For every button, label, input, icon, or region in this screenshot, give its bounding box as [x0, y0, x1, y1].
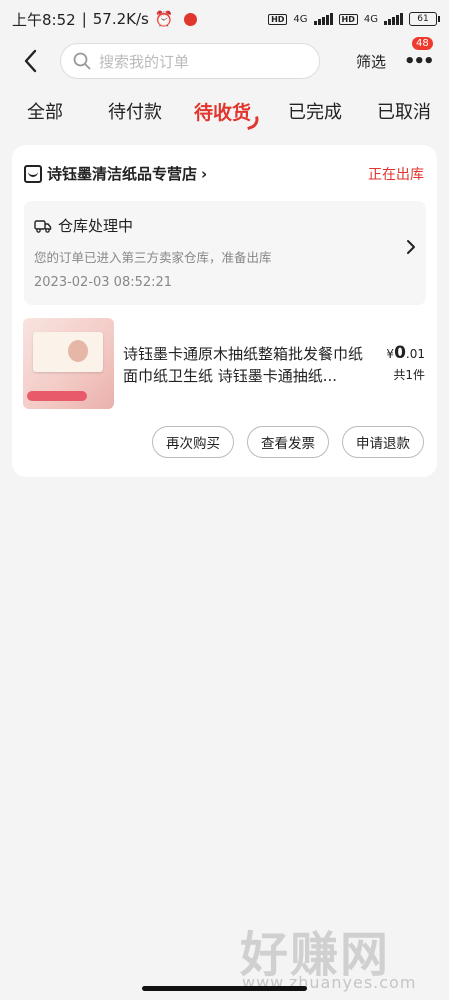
search-input[interactable]: 搜索我的订单	[60, 43, 320, 79]
logistics-title-row: 仓库处理中	[34, 215, 133, 236]
battery-level: 61	[417, 14, 429, 24]
shop-icon	[24, 164, 42, 183]
battery-icon: 61	[409, 12, 440, 26]
rebuy-button[interactable]: 再次购买	[152, 426, 234, 458]
network-speed: 57.2K/s	[92, 10, 149, 28]
notification-badge: 48	[412, 36, 433, 50]
view-invoice-button[interactable]: 查看发票	[247, 426, 329, 458]
app-notification-icon	[183, 12, 197, 26]
back-button[interactable]	[10, 41, 50, 81]
chevron-right-icon: ›	[201, 164, 208, 183]
hd-icon: HD	[268, 13, 288, 25]
tab-cancelled[interactable]: 已取消	[377, 98, 431, 124]
chevron-right-icon	[407, 240, 415, 254]
shop-row[interactable]: 诗钰墨清洁纸品专营店 › 正在出库	[24, 163, 424, 184]
product-row[interactable]: 诗钰墨卡通原木抽纸整箱批发餐巾纸面巾纸卫生纸 诗钰墨卡通抽纸... ¥0.01 …	[23, 318, 425, 410]
separator: |	[81, 10, 87, 28]
tab-pending-receipt[interactable]: 待收货	[194, 98, 251, 125]
tab-pending-payment[interactable]: 待付款	[108, 98, 162, 124]
cartoon-face-graphic	[68, 340, 88, 362]
alarm-icon: ⏰	[154, 10, 174, 28]
search-icon	[73, 52, 91, 70]
order-tabs: 全部 待付款 待收货 已完成 已取消	[0, 90, 449, 132]
truck-icon	[34, 219, 52, 233]
logistics-title: 仓库处理中	[58, 217, 134, 235]
logistics-time: 2023-02-03 08:52:21	[34, 275, 173, 290]
shop-name: 诗钰墨清洁纸品专营店	[47, 165, 198, 183]
product-quantity: 共1件	[393, 368, 425, 382]
network-type-1: 4G	[293, 13, 308, 25]
product-title: 诗钰墨卡通原木抽纸整箱批发餐巾纸面巾纸卫生纸 诗钰墨卡通抽纸...	[123, 345, 364, 385]
order-card[interactable]: 诗钰墨清洁纸品专营店 › 正在出库 仓库处理中 您的订单已进入第三方卖家仓库，准…	[12, 145, 437, 477]
more-menu-button[interactable]: ••• 48	[404, 36, 434, 72]
watermark: 好赚网 www.zhuanyes.com	[240, 915, 440, 995]
product-image	[23, 318, 114, 409]
filter-button[interactable]: 筛选	[356, 51, 386, 72]
price-decimal: .01	[405, 347, 425, 361]
status-bar: 上午8:52 | 57.2K/s ⏰ HD 4G HD 4G 61	[0, 0, 449, 38]
home-indicator[interactable]	[142, 986, 307, 991]
top-nav: 搜索我的订单 筛选 ••• 48	[0, 36, 449, 82]
product-price: ¥0.01	[386, 343, 425, 363]
price-integer: 0	[394, 343, 406, 363]
tab-completed[interactable]: 已完成	[288, 98, 342, 124]
tab-all[interactable]: 全部	[27, 98, 63, 124]
order-status: 正在出库	[368, 166, 424, 183]
search-placeholder: 搜索我的订单	[99, 52, 190, 71]
signal-icon	[313, 13, 333, 25]
signal-icon-2	[384, 13, 403, 25]
request-refund-button[interactable]: 申请退款	[342, 426, 424, 458]
hd-icon-2: HD	[338, 13, 358, 25]
chevron-left-icon	[24, 49, 37, 73]
more-dots-icon: •••	[404, 50, 434, 72]
clock: 上午8:52	[12, 10, 76, 29]
network-type-2: 4G	[363, 13, 378, 25]
price-symbol: ¥	[386, 347, 395, 361]
product-label-strip	[27, 391, 87, 401]
logistics-description: 您的订单已进入第三方卖家仓库，准备出库	[34, 250, 272, 265]
logistics-panel[interactable]: 仓库处理中 您的订单已进入第三方卖家仓库，准备出库 2023-02-03 08:…	[24, 201, 426, 305]
